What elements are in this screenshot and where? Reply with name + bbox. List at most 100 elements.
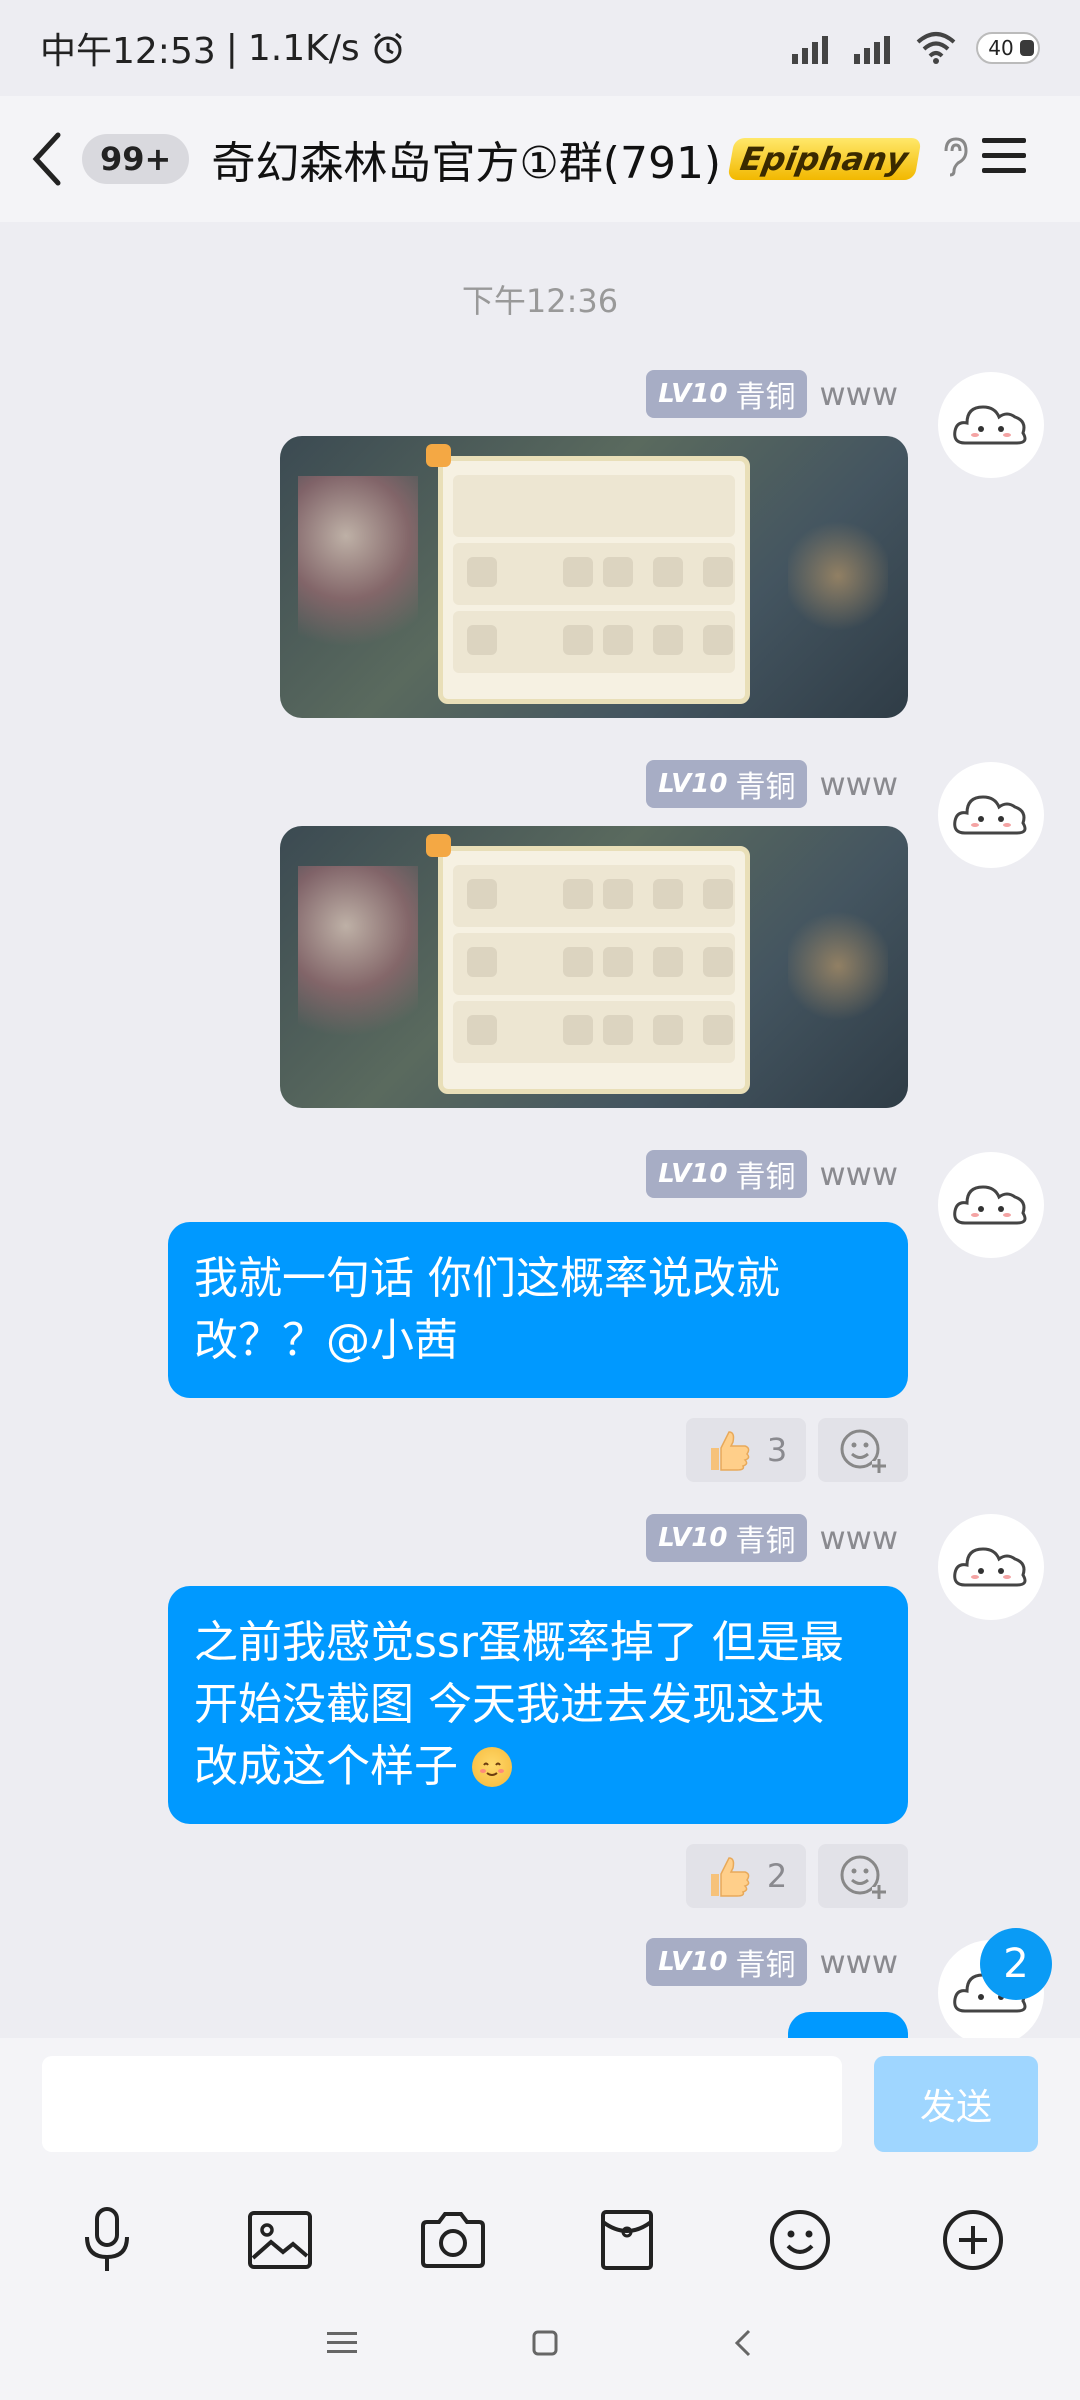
level-badge: LV10 青铜: [646, 1514, 808, 1562]
status-time: 中午12:53: [40, 31, 216, 72]
alarm-icon: [373, 32, 402, 64]
status-divider: |: [225, 27, 238, 69]
cloud-avatar-icon: [953, 795, 1027, 835]
menu-icon: [982, 138, 1026, 173]
emoji-button[interactable]: [760, 2200, 840, 2280]
level-label: LV10: [658, 769, 728, 799]
sender-info: LV10 青铜 www: [646, 1514, 898, 1562]
back-button[interactable]: [30, 129, 70, 189]
battery-level: 40: [988, 36, 1014, 60]
nav-menu-button[interactable]: [327, 2330, 357, 2360]
cloud-avatar-icon: [953, 1185, 1027, 1225]
text-message-bubble[interactable]: 我就一句话 你们这概率说改就 改？？@小茜: [168, 1222, 908, 1398]
probability-panel-image: [438, 456, 750, 704]
unread-count-badge[interactable]: 99+: [82, 134, 190, 184]
status-bar: 中午12:53 | 1.1K/s 40: [0, 0, 1080, 96]
image-decoration: [788, 906, 888, 1026]
sender-info: LV10 青铜 www: [646, 1150, 898, 1198]
sender-name[interactable]: www: [819, 375, 898, 413]
sender-name[interactable]: www: [819, 1155, 898, 1193]
rank-label: 青铜: [735, 1524, 796, 1559]
sender-name[interactable]: www: [819, 765, 898, 803]
system-nav-bar: [0, 2290, 1080, 2400]
image-decoration: [788, 516, 888, 636]
thumbs-up-reaction[interactable]: 2: [686, 1844, 806, 1908]
sender-name[interactable]: www: [819, 1943, 898, 1981]
message-text-line: 改？？@小茜: [194, 1315, 458, 1366]
rank-label: 青铜: [735, 1160, 796, 1195]
red-packet-icon: [600, 2210, 653, 2270]
sender-avatar[interactable]: [938, 372, 1044, 478]
camera-icon: [421, 2212, 486, 2268]
red-packet-button[interactable]: [587, 2200, 667, 2280]
image-title-tag: [426, 444, 452, 467]
message-timestamp: 下午12:36: [461, 282, 619, 320]
sender-info: LV10 青铜 www: [646, 1938, 898, 1986]
rank-label: 青铜: [735, 770, 796, 805]
image-message[interactable]: [280, 436, 908, 718]
image-title-tag: [426, 834, 452, 857]
signal-icon: [792, 36, 828, 64]
image-button[interactable]: [240, 2200, 320, 2280]
reaction-count: 2: [766, 1857, 788, 1895]
send-button[interactable]: 发送: [874, 2056, 1038, 2152]
chat-menu-button[interactable]: [980, 134, 1028, 182]
image-decoration: [298, 476, 418, 676]
camera-button[interactable]: [413, 2200, 493, 2280]
battery-indicator: 40: [976, 32, 1040, 64]
message-text-line: 开始没截图 今天我进去发现这块: [194, 1679, 824, 1730]
add-reaction-button[interactable]: [818, 1418, 908, 1482]
shy-smile-emoji-icon: [472, 1747, 512, 1787]
sender-avatar[interactable]: [938, 1514, 1044, 1620]
emoji-icon: [769, 2210, 830, 2270]
group-title[interactable]: 奇幻森林岛官方①群(791): [211, 127, 721, 191]
level-label: LV10: [658, 379, 728, 409]
level-label: LV10: [658, 1523, 728, 1553]
message-text-line: 改成这个样子: [194, 1741, 458, 1792]
reaction-count: 3: [766, 1431, 788, 1469]
group-title-badge: Epiphany: [727, 138, 922, 180]
new-messages-badge[interactable]: 2: [980, 1928, 1052, 2000]
thumbs-up-icon: [710, 1431, 750, 1471]
add-reaction-icon: [840, 1429, 886, 1473]
voice-button[interactable]: [67, 2200, 147, 2280]
add-reaction-button[interactable]: [818, 1844, 908, 1908]
network-speed: 1.1K/s: [247, 27, 360, 69]
text-message-bubble[interactable]: 之前我感觉ssr蛋概率掉了 但是最 开始没截图 今天我进去发现这块 改成这个样子: [168, 1586, 908, 1824]
sender-avatar[interactable]: [938, 762, 1044, 868]
cloud-avatar-icon: [953, 1547, 1027, 1587]
message-input[interactable]: [42, 2056, 842, 2152]
sender-info: LV10 青铜 www: [646, 760, 898, 808]
image-message[interactable]: [280, 826, 908, 1108]
input-toolbar: [0, 2180, 1080, 2300]
nav-menu-icon: [327, 2332, 357, 2353]
wifi-icon: [916, 32, 956, 64]
nav-back-button[interactable]: [733, 2328, 753, 2362]
mic-icon: [84, 2207, 129, 2271]
level-badge: LV10 青铜: [646, 1150, 808, 1198]
probability-panel-image: [438, 846, 750, 1094]
level-badge: LV10 青铜: [646, 1938, 808, 1986]
cloud-avatar-icon: [953, 405, 1027, 445]
level-badge: LV10 青铜: [646, 760, 808, 808]
thumbs-up-reaction[interactable]: 3: [686, 1418, 806, 1482]
level-label: LV10: [658, 1947, 728, 1977]
more-button[interactable]: [933, 2200, 1013, 2280]
message-text-line: 我就一句话 你们这概率说改就: [194, 1253, 780, 1304]
rank-label: 青铜: [735, 1948, 796, 1983]
sender-name[interactable]: www: [819, 1519, 898, 1557]
back-icon: [32, 132, 61, 186]
nav-home-button[interactable]: [531, 2329, 559, 2361]
sender-avatar[interactable]: [938, 1152, 1044, 1258]
image-icon: [247, 2211, 312, 2269]
sender-info: LV10 青铜 www: [646, 370, 898, 418]
level-badge: LV10 青铜: [646, 370, 808, 418]
nav-home-icon: [532, 2330, 558, 2356]
chat-header: 99+ 奇幻森林岛官方①群(791) Epiphany: [0, 96, 1080, 222]
plus-icon: [943, 2210, 1004, 2270]
image-decoration: [298, 866, 418, 1066]
message-text-line-with-emoji: 改成这个样子: [194, 1736, 882, 1798]
rank-label: 青铜: [735, 380, 796, 415]
add-reaction-icon: [840, 1855, 886, 1899]
thumbs-up-icon: [710, 1857, 750, 1897]
